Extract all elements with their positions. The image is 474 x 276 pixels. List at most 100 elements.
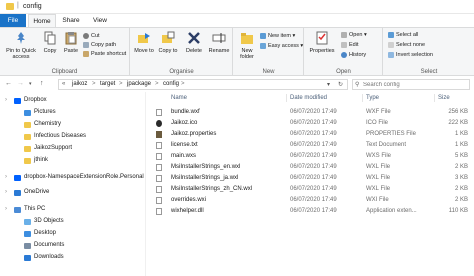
select-all-icon	[388, 31, 394, 38]
copy-to-label: Copy to	[158, 48, 178, 54]
nav-item[interactable]: Documents	[0, 240, 145, 251]
nav-item[interactable]: › Dropbox	[0, 95, 145, 106]
nav-item[interactable]: › dropbox-NamespaceExtensionRole.Personal	[0, 172, 145, 183]
recent-locations-icon[interactable]: ▾	[29, 81, 32, 87]
refresh-icon[interactable]: ↻	[338, 81, 343, 88]
nav-item-label: Infectious Diseases	[34, 133, 87, 139]
new-folder-button[interactable]: New folder	[236, 31, 258, 60]
nav-item[interactable]: › This PC	[0, 204, 145, 215]
invert-selection-button[interactable]: Invert selection	[388, 51, 433, 59]
tab-home[interactable]: Home	[28, 14, 56, 27]
new-item-button[interactable]: New item ▾	[260, 32, 295, 40]
cut-button[interactable]: Cut	[83, 32, 100, 40]
properties-button[interactable]: Properties	[307, 31, 337, 54]
up-button[interactable]: ↑	[40, 80, 44, 87]
copy-button[interactable]: Copy	[40, 31, 60, 54]
new-group-label: New	[262, 69, 275, 75]
breadcrumb-config[interactable]: config	[163, 81, 179, 87]
select-all-button[interactable]: Select all	[388, 31, 418, 39]
address-dropdown-icon[interactable]: ▾	[327, 81, 330, 88]
rename-button[interactable]: Rename	[207, 31, 231, 54]
paste-button[interactable]: Paste	[61, 31, 81, 54]
file-type: WXL File	[366, 164, 391, 170]
move-to-label: Move to	[134, 48, 154, 54]
file-row[interactable]: main.wxs 06/07/2020 17:49 WXS File 5 KB	[148, 151, 474, 161]
pin-to-quick-access-button[interactable]: Pin to Quick access	[2, 31, 40, 60]
history-button[interactable]: History	[341, 51, 366, 59]
column-divider[interactable]	[362, 94, 363, 102]
expand-chevron-icon[interactable]: ›	[5, 172, 7, 183]
organise-group: Move to Copy to Delete Rename Organise	[131, 28, 233, 76]
file-icon	[156, 109, 162, 116]
folder-icon	[6, 3, 14, 10]
nav-item[interactable]: Infectious Diseases	[0, 131, 145, 142]
file-row[interactable]: MsiInstallerStrings_zh_CN.wxl 06/07/2020 …	[148, 184, 474, 194]
folder-icon	[14, 190, 21, 196]
expand-chevron-icon[interactable]: ›	[5, 95, 7, 106]
tab-file[interactable]: File	[0, 14, 26, 27]
file-row[interactable]: Jaikoz.properties 06/07/2020 17:49 PROPERT…	[148, 129, 474, 139]
cut-label: Cut	[91, 33, 100, 39]
nav-item[interactable]: Desktop	[0, 228, 145, 239]
file-row[interactable]: overrides.wxi 06/07/2020 17:49 WXI File 2 K…	[148, 195, 474, 205]
new-item-icon	[260, 32, 266, 39]
file-row[interactable]: MsiInstallerStrings_en.wxl 06/07/2020 17:…	[148, 162, 474, 172]
breadcrumb-separator: >	[155, 81, 159, 87]
nav-item[interactable]: JaikozSupport	[0, 143, 145, 154]
tab-view[interactable]: View	[87, 14, 113, 27]
paste-shortcut-button[interactable]: Paste shortcut	[83, 50, 126, 58]
file-type: WXF File	[366, 109, 391, 115]
open-button[interactable]: Open ▾	[341, 31, 367, 39]
column-header-name[interactable]: Name	[171, 95, 187, 101]
nav-item-label: Dropbox	[24, 97, 47, 103]
breadcrumb[interactable]: « jaikoz > target > jpackage > config > …	[58, 79, 348, 90]
nav-item[interactable]: jthink	[0, 155, 145, 166]
copy-to-button[interactable]: Copy to	[157, 31, 179, 54]
file-row[interactable]: license.txt 06/07/2020 17:49 Text Document…	[148, 140, 474, 150]
move-to-button[interactable]: Move to	[133, 31, 155, 54]
file-row[interactable]: bundle.wxf 06/07/2020 17:49 WXF File 256 KB	[148, 107, 474, 117]
file-row[interactable]: MsiInstallerStrings_ja.wxl 06/07/2020 17:…	[148, 173, 474, 183]
column-header-date[interactable]: Date modified	[290, 95, 327, 101]
column-header-size[interactable]: Size	[438, 95, 450, 101]
copy-to-icon	[162, 31, 175, 43]
breadcrumb-jaikoz[interactable]: jaikoz	[72, 81, 87, 87]
select-all-label: Select all	[396, 32, 419, 38]
new-item-label: New item	[268, 33, 291, 39]
column-divider[interactable]	[434, 94, 435, 102]
file-row[interactable]: Jaikoz.ico 06/07/2020 17:49 ICO File 222 KB	[148, 118, 474, 128]
folder-icon	[24, 134, 31, 140]
nav-item[interactable]: Chemistry	[0, 119, 145, 130]
file-type: WXS File	[366, 153, 392, 159]
select-none-icon	[388, 41, 394, 48]
easy-access-button[interactable]: Easy access ▾	[260, 42, 303, 50]
navigation-pane: › Dropbox Pictures Chemistry Infectious Dise…	[0, 92, 146, 276]
select-group: Select all Select none Invert selection …	[384, 28, 474, 76]
column-divider[interactable]	[286, 94, 287, 102]
file-type: WXI File	[366, 197, 389, 203]
select-none-button[interactable]: Select none	[388, 41, 425, 49]
nav-item-label: Desktop	[34, 230, 57, 236]
breadcrumb-overflow[interactable]: «	[62, 81, 65, 87]
file-name: MsiInstallerStrings_en.wxl	[171, 164, 241, 170]
search-box[interactable]: ⚲	[352, 79, 470, 90]
breadcrumb-jpackage[interactable]: jpackage	[127, 81, 151, 87]
back-button[interactable]: ←	[5, 80, 12, 87]
nav-item[interactable]: Pictures	[0, 107, 145, 118]
breadcrumb-separator: >	[181, 81, 185, 87]
delete-button[interactable]: Delete	[183, 31, 205, 54]
nav-item[interactable]: › OneDrive	[0, 187, 145, 198]
forward-button[interactable]: →	[17, 80, 24, 87]
copy-path-button[interactable]: Copy path	[83, 41, 116, 49]
file-name: wixhelper.dll	[171, 208, 204, 214]
search-input[interactable]	[353, 80, 453, 89]
tab-share[interactable]: Share	[58, 14, 84, 27]
breadcrumb-target[interactable]: target	[100, 81, 115, 87]
nav-item[interactable]: Downloads	[0, 252, 145, 263]
column-header-type[interactable]: Type	[366, 95, 379, 101]
edit-button[interactable]: Edit	[341, 41, 358, 49]
expand-chevron-icon[interactable]: ›	[5, 187, 7, 198]
file-row[interactable]: wixhelper.dll 06/07/2020 17:49 Application…	[148, 206, 474, 216]
expand-chevron-icon[interactable]: ›	[5, 204, 7, 215]
nav-item[interactable]: 3D Objects	[0, 216, 145, 227]
